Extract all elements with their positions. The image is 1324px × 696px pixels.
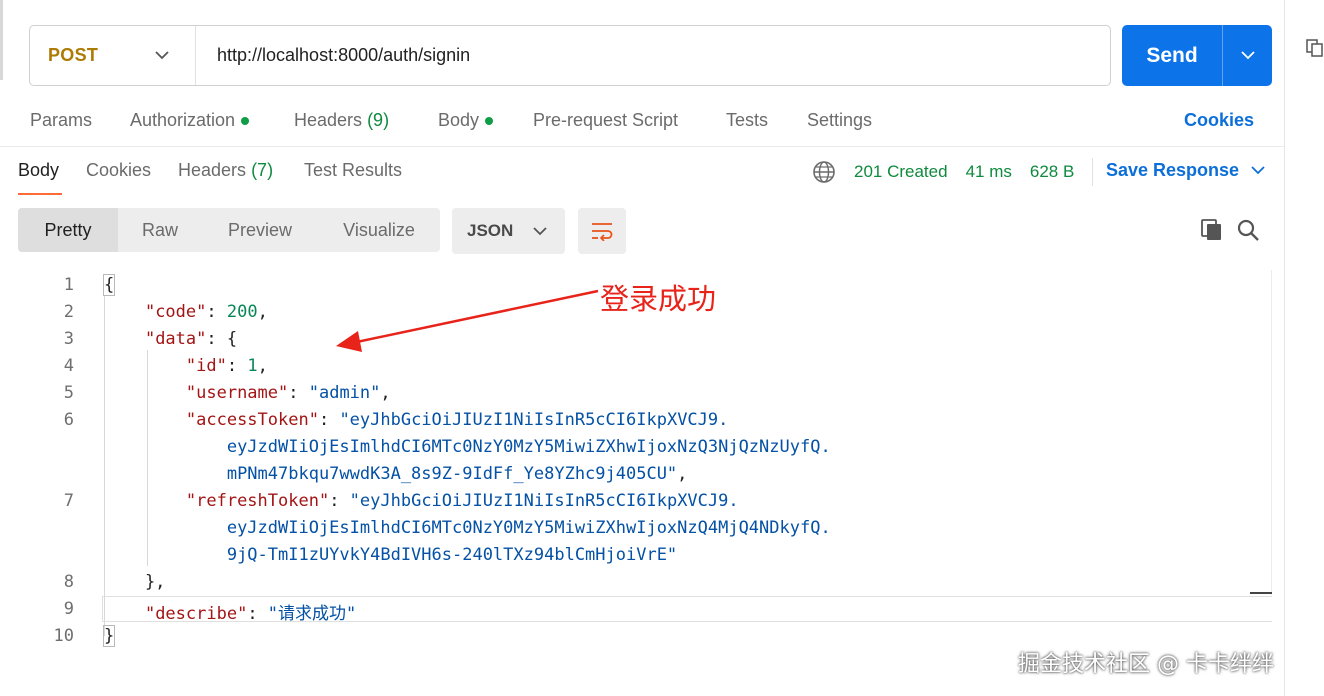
annotation-arrow xyxy=(336,289,599,352)
annotation-text: 登录成功 xyxy=(600,282,717,316)
watermark: 掘金技术社区 @ 卡卡绊绊 xyxy=(1018,652,1274,677)
